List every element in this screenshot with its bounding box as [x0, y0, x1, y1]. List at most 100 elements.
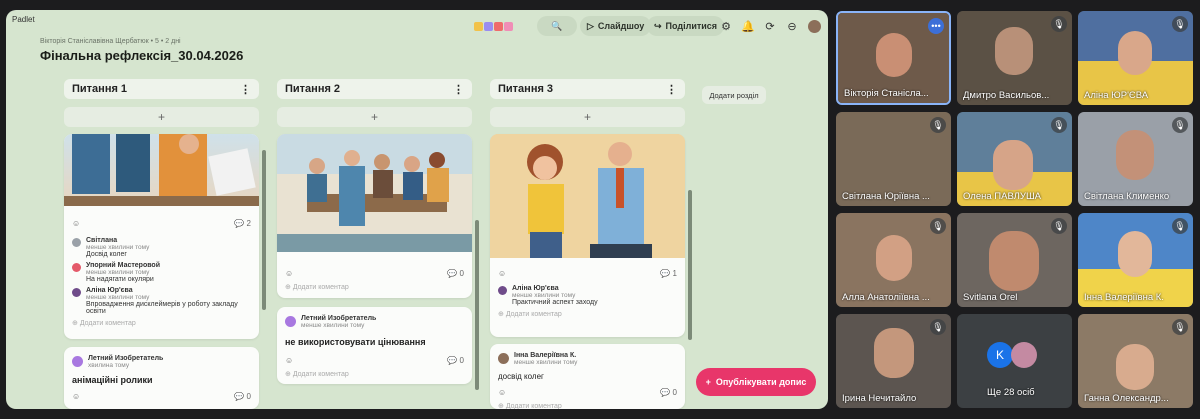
person-silhouette [874, 328, 914, 378]
bell-icon[interactable]: 🔔 [738, 16, 758, 36]
participant-name: Ірина Нечитайло [842, 393, 917, 404]
participant-tile[interactable]: 🎙 Інна Валеріївна К. [1078, 213, 1193, 307]
search-icon: 🔍 [551, 20, 563, 31]
scrollbar[interactable] [475, 220, 479, 390]
post-author: Летний Изобретатель хвилина тому [64, 353, 259, 371]
mic-off-icon: 🎙 [1051, 218, 1067, 234]
participant-tile[interactable]: 🎙 Ірина Нечитайло [836, 314, 951, 408]
add-post-button[interactable]: + [490, 107, 685, 127]
screen: Padlet Вікторія Станіславівна Щербатюк •… [0, 0, 1200, 419]
reaction-icon[interactable]: ☺ [498, 388, 506, 397]
participant-name: Світлана Клименко [1084, 191, 1170, 202]
avatar [498, 286, 507, 295]
post-card[interactable]: ☺ 💬 2 Світлана менше хвилини тому Досвід ко… [64, 134, 259, 339]
post-author: Летний Изобретатель менше хвилини тому [277, 313, 472, 331]
user-avatar[interactable] [804, 16, 824, 36]
participant-tile[interactable]: 🎙 Дмитро Васильов... [957, 11, 1072, 105]
add-post-button[interactable]: + [277, 107, 472, 127]
scrollbar[interactable] [262, 150, 266, 310]
more-icon[interactable]: ⊖ [782, 16, 802, 36]
column-header[interactable]: Питання 1 ⋮ [64, 79, 259, 99]
reaction-icon [484, 21, 493, 31]
participant-tile[interactable]: 🎙 Олена ПАВЛУША [957, 112, 1072, 206]
post-card[interactable]: Летний Изобретатель менше хвилини тому не… [277, 307, 472, 384]
column-title: Питання 2 [285, 83, 341, 95]
column-header[interactable]: Питання 2 ⋮ [277, 79, 472, 99]
kebab-icon[interactable]: ⋮ [453, 83, 464, 96]
comment-count: 💬 0 [447, 269, 464, 278]
post-card[interactable]: ☺ 💬 1 Аліна Юр'єва менше хвилини тому Практ… [490, 134, 685, 337]
post-image [490, 134, 685, 258]
reaction-icon[interactable]: ☺ [285, 356, 293, 365]
add-comment-field[interactable]: ⊕ Додати коментар [490, 400, 685, 409]
participant-tile[interactable]: 🎙 Алла Анатоліївна ... [836, 213, 951, 307]
participant-tile[interactable]: 🎙 Аліна ЮР'ЄВА [1078, 11, 1193, 105]
comment-text: На надягати окуляри [86, 276, 154, 283]
post-card[interactable]: Летний Изобретатель хвилина тому анімацій… [64, 347, 259, 409]
share-button[interactable]: ↪ Поділитися [647, 16, 725, 36]
reactions-badge[interactable] [474, 16, 513, 36]
mic-off-icon: 🎙 [1172, 16, 1188, 32]
mic-off-icon: 🎙 [1051, 16, 1067, 32]
post-image [277, 134, 472, 252]
more-options-icon[interactable]: ••• [928, 18, 944, 34]
participant-name: Дмитро Васильов... [963, 90, 1050, 101]
post-card[interactable]: Інна Валеріївна К. менше хвилини тому дос… [490, 344, 685, 409]
comment-time: менше хвилини тому [86, 269, 150, 276]
comment-author: Аліна Юр'єва [512, 285, 559, 292]
participant-name: Інна Валеріївна К. [1084, 292, 1164, 303]
reaction-icon [474, 21, 483, 31]
post-author: Інна Валеріївна К. менше хвилини тому [490, 350, 685, 368]
comment: Світлана менше хвилини тому Досвід колег [64, 235, 259, 260]
column-3: Питання 3 ⋮ + [490, 79, 685, 127]
reaction-icon[interactable]: ☺ [72, 392, 80, 401]
kebab-icon[interactable]: ⋮ [666, 83, 677, 96]
participant-tile[interactable]: 🎙 Ганна Олександр... [1078, 314, 1193, 408]
search-button[interactable]: 🔍 [537, 16, 577, 36]
add-comment-field[interactable]: ⊕ Додати коментар [490, 308, 685, 320]
post-author-name: Летний Изобретатель [301, 315, 377, 322]
share-icon: ↪ [654, 20, 662, 31]
add-comment-field[interactable]: ⊕ Додати коментар [64, 317, 259, 329]
kebab-icon[interactable]: ⋮ [240, 83, 251, 96]
reaction-icon[interactable]: ☺ [498, 269, 506, 278]
post-card[interactable]: ☺ 💬 0 ⊕ Додати коментар [277, 134, 472, 298]
more-participants-tile[interactable]: K Ще 28 осіб [957, 314, 1072, 408]
add-comment-field[interactable]: ⊕ Додати коментар [277, 281, 472, 293]
add-post-button[interactable]: + [64, 107, 259, 127]
participant-tile[interactable]: 🎙 Svitlana Orel [957, 213, 1072, 307]
participant-tile[interactable]: ••• Вікторія Станісла... [836, 11, 951, 105]
avatar [498, 353, 509, 364]
column-header[interactable]: Питання 3 ⋮ [490, 79, 685, 99]
padlet-logo[interactable]: Padlet [12, 15, 35, 24]
add-comment-field[interactable]: ⊕ Додати коментар [277, 368, 472, 380]
meeting-illustration [277, 134, 472, 252]
mic-off-icon: 🎙 [1172, 117, 1188, 133]
post-time: хвилина тому [88, 362, 130, 369]
comment-author: Упорний Мастеровой [86, 262, 161, 269]
add-section-button[interactable]: Додати розділ [702, 86, 766, 104]
comment-time: менше хвилини тому [512, 292, 576, 299]
reaction-icon[interactable]: ☺ [285, 269, 293, 278]
comment-count: 💬 1 [660, 269, 677, 278]
settings-icon[interactable]: ⚙ [716, 16, 736, 36]
author-line: Вікторія Станіславівна Щербатюк • 5 • 2 … [40, 38, 181, 45]
scrollbar[interactable] [688, 190, 692, 340]
post-time: менше хвилини тому [301, 322, 365, 329]
reaction-icon[interactable]: ☺ [72, 219, 80, 228]
remake-icon[interactable]: ⟳ [760, 16, 780, 36]
participant-tile[interactable]: 🎙 Світлана Юріївна ... [836, 112, 951, 206]
mic-off-icon: 🎙 [930, 117, 946, 133]
participant-tile[interactable]: 🎙 Світлана Клименко [1078, 112, 1193, 206]
slideshow-button[interactable]: ▷ Слайдшоу [580, 16, 652, 36]
publish-post-button[interactable]: + Опублікувати допис [696, 368, 816, 396]
person-silhouette [876, 235, 912, 281]
play-icon: ▷ [587, 20, 594, 31]
avatar [72, 263, 81, 272]
post-body: досвід колег [498, 372, 544, 381]
share-label: Поділитися [665, 21, 718, 31]
person-silhouette [993, 140, 1033, 190]
reaction-icon [494, 21, 503, 31]
participant-name: Аліна ЮР'ЄВА [1084, 90, 1149, 101]
mic-off-icon: 🎙 [1051, 117, 1067, 133]
